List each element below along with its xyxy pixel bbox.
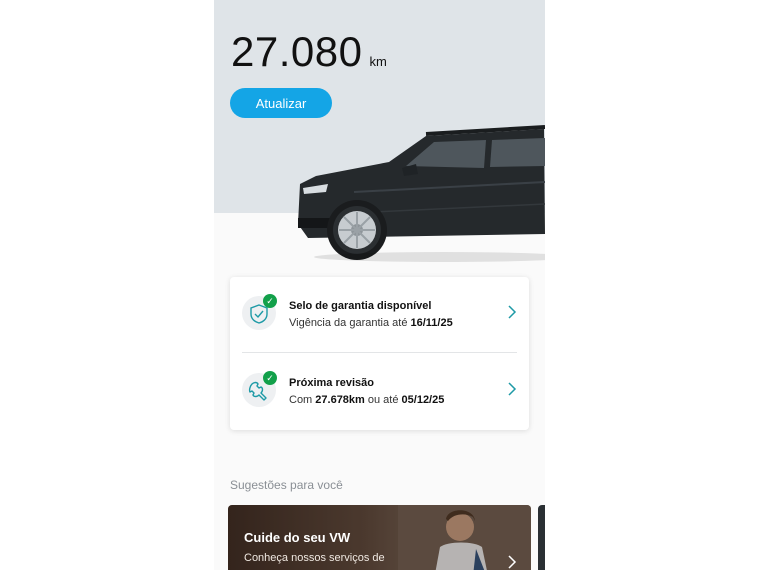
update-button[interactable]: Atualizar bbox=[230, 88, 332, 118]
warranty-title: Selo de garantia disponível bbox=[289, 300, 432, 312]
app-screen: 27.080 km Atualizar ✓ Selo de garantia d… bbox=[214, 0, 545, 570]
vehicle-status-card: ✓ Selo de garantia disponível Vigência d… bbox=[230, 277, 529, 430]
suggestions-heading: Sugestões para você bbox=[230, 478, 343, 492]
promo-card[interactable]: Cuide do seu VW Conheça nossos serviços … bbox=[228, 505, 531, 570]
warranty-row[interactable]: ✓ Selo de garantia disponível Vigência d… bbox=[230, 277, 529, 353]
revision-date: 05/12/25 bbox=[401, 394, 445, 406]
revision-row[interactable]: ✓ Próxima revisão Com 27.678km ou até 05… bbox=[230, 354, 529, 430]
chevron-right-icon bbox=[508, 555, 517, 569]
revision-subtitle: Com 27.678km ou até 05/12/25 bbox=[289, 394, 445, 406]
revision-title: Próxima revisão bbox=[289, 377, 374, 389]
divider bbox=[242, 352, 517, 353]
warranty-subtitle: Vigência da garantia até 16/11/25 bbox=[289, 317, 453, 329]
revision-icon-badge: ✓ bbox=[242, 371, 277, 407]
check-icon: ✓ bbox=[263, 371, 277, 385]
revision-km: 27.678km bbox=[315, 394, 365, 406]
odometer-unit: km bbox=[369, 54, 387, 69]
warranty-date: 16/11/25 bbox=[410, 317, 453, 329]
odometer-value: 27.080 bbox=[231, 28, 363, 75]
odometer: 27.080 km bbox=[231, 28, 387, 76]
chevron-right-icon bbox=[508, 382, 517, 396]
car-image bbox=[298, 125, 545, 262]
check-icon: ✓ bbox=[263, 294, 277, 308]
warranty-icon-badge: ✓ bbox=[242, 294, 277, 330]
promo-text: Conheça nossos serviços de bbox=[244, 552, 385, 564]
chevron-right-icon bbox=[508, 305, 517, 319]
next-promo-card[interactable] bbox=[538, 505, 545, 570]
promo-title: Cuide do seu VW bbox=[244, 530, 351, 545]
